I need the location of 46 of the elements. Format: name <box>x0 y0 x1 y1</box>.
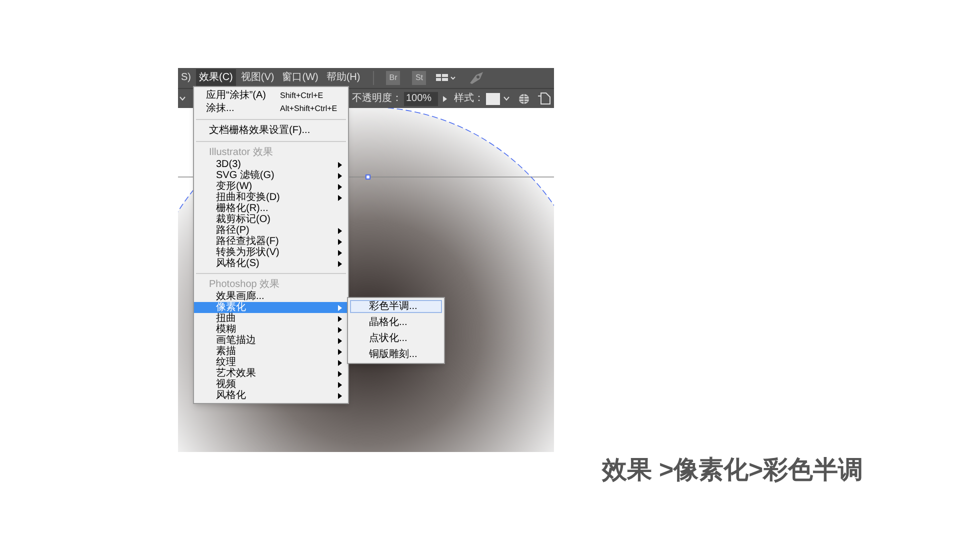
menu-item[interactable]: 涂抹... <box>206 102 280 115</box>
caret-icon[interactable] <box>503 96 510 102</box>
style-swatch[interactable] <box>486 92 500 104</box>
menu-item[interactable]: 栅格化(R)... <box>194 203 348 214</box>
section-heading: Photoshop 效果 <box>208 278 281 290</box>
caret-icon[interactable] <box>179 96 186 102</box>
menu-item[interactable]: 素描 <box>194 346 348 357</box>
submenu-item[interactable]: 点状化... <box>350 332 442 345</box>
menu-item[interactable]: 效果画廊... <box>194 291 348 302</box>
menu-item[interactable]: 文档栅格效果设置(F)... <box>194 124 348 137</box>
menu-item[interactable]: 扭曲 <box>194 313 348 324</box>
menu-item[interactable]: SVG 滤镜(G) <box>194 170 348 181</box>
menu-item[interactable]: 裁剪标记(O) <box>194 214 348 225</box>
menu-item[interactable]: 风格化(S) <box>194 258 348 269</box>
submenu-item[interactable]: 铜版雕刻... <box>350 348 442 361</box>
menu-item[interactable]: 变形(W) <box>194 181 348 192</box>
menu-item[interactable]: 转换为形状(V) <box>194 247 348 258</box>
menu-item[interactable]: 画笔描边 <box>194 335 348 346</box>
document-icon[interactable] <box>538 92 552 106</box>
caption: 效果 >像素化>彩色半调 <box>602 455 864 486</box>
arrow-right-icon[interactable] <box>442 94 448 102</box>
menu-bar-item[interactable]: 效果(C) <box>196 69 236 87</box>
menu-bar-item[interactable]: 视图(V) <box>238 69 278 87</box>
submenu-item[interactable]: 彩色半调... <box>350 300 442 313</box>
menu-item[interactable]: 风格化 <box>194 390 348 401</box>
globe-icon[interactable] <box>518 92 530 104</box>
menu-item[interactable]: 路径(P) <box>194 225 348 236</box>
opacity-label: 不透明度： <box>352 92 402 106</box>
menu-item[interactable]: 模糊 <box>194 324 348 335</box>
menu-item[interactable]: 艺术效果 <box>194 368 348 379</box>
menu-item[interactable]: 路径查找器(F) <box>194 236 348 247</box>
submenu-item[interactable]: 晶格化... <box>350 316 442 329</box>
menu-item[interactable]: 视频 <box>194 379 348 390</box>
menu-bar-item[interactable]: 帮助(H) <box>323 69 364 87</box>
opacity-field[interactable]: 100% <box>404 92 438 106</box>
shortcut-text: Shift+Ctrl+E <box>280 90 324 102</box>
menu-item[interactable]: 应用“涂抹”(A) <box>206 89 280 102</box>
menu-item[interactable]: 扭曲和变换(D) <box>194 192 348 203</box>
menu-item[interactable]: 纹理 <box>194 357 348 368</box>
layout-icon[interactable] <box>436 73 456 83</box>
section-heading: Illustrator 效果 <box>208 146 274 159</box>
menu-item[interactable]: 3D(3) <box>194 159 348 170</box>
menu-bar-item[interactable]: 窗口(W) <box>279 69 322 87</box>
menu-bar-item[interactable]: S) <box>178 69 194 87</box>
shortcut-text: Alt+Shift+Ctrl+E <box>280 103 338 115</box>
style-label: 样式： <box>454 92 484 106</box>
